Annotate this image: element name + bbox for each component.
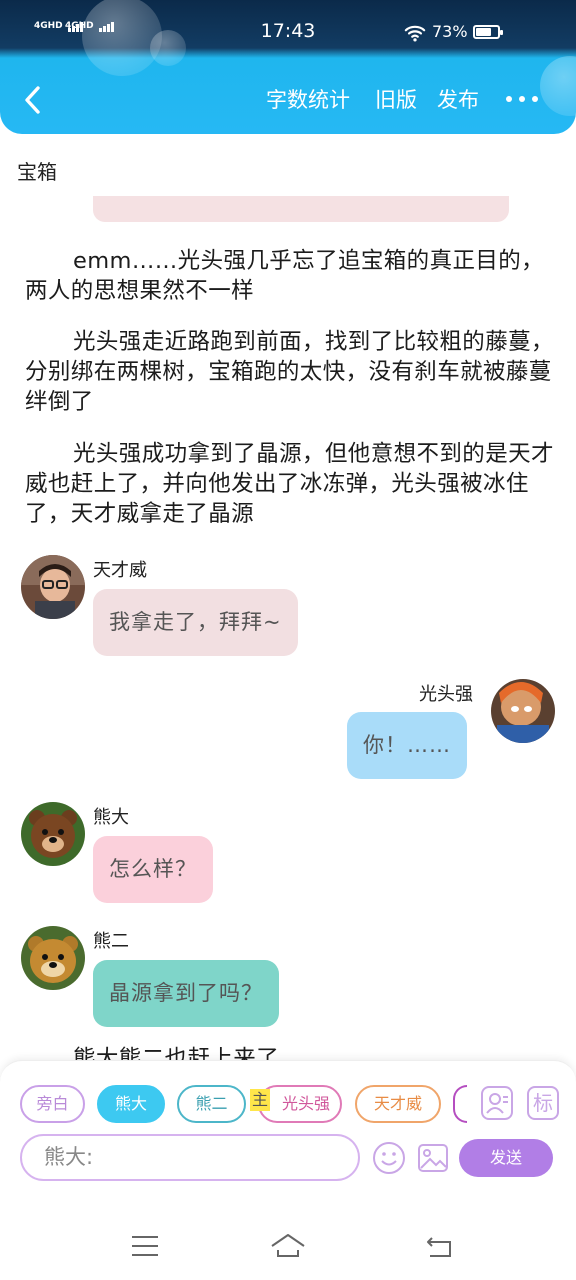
contact-card-icon[interactable] bbox=[481, 1086, 513, 1120]
speaker-name: 熊大 bbox=[93, 807, 129, 828]
role-chip-narrator[interactable]: 旁白 bbox=[20, 1085, 85, 1123]
publish-button[interactable]: 发布 bbox=[437, 87, 479, 113]
old-version-button[interactable]: 旧版 bbox=[375, 87, 417, 113]
role-chip-xiongda[interactable]: 熊大 bbox=[97, 1085, 165, 1123]
role-chip-overflow[interactable] bbox=[453, 1085, 467, 1123]
input-panel: 旁白 熊大 熊二 光头强 主 天才威 标 熊大: 发送 bbox=[0, 1060, 576, 1212]
narration-paragraph: 光头强成功拿到了晶源，但他意想不到的是天才威也赶上了，并向他发出了冰冻弹，光头强… bbox=[25, 441, 554, 527]
avatar-xionger[interactable] bbox=[21, 926, 85, 990]
narration-paragraph: emm……光头强几乎忘了追宝箱的真正目的，两人的思想果然不一样 bbox=[25, 248, 545, 304]
role-chip-guangtouqiang[interactable]: 光头强 bbox=[258, 1085, 342, 1123]
narration-paragraph: 光头强走近路跑到前面，找到了比较粗的藤蔓，分别绑在两棵树，宝箱跑的太快，没有刹车… bbox=[25, 329, 554, 415]
battery-fill bbox=[476, 28, 491, 36]
battery-percent: 73% bbox=[432, 22, 468, 41]
avatar-xiongda[interactable] bbox=[21, 802, 85, 866]
message-input[interactable]: 熊大: bbox=[20, 1134, 360, 1181]
wifi-icon bbox=[404, 25, 426, 42]
menu-icon[interactable] bbox=[131, 1234, 159, 1258]
chevron-left-icon[interactable] bbox=[18, 82, 48, 118]
avatar-guangtouqiang[interactable] bbox=[491, 679, 555, 743]
toolbar: 字数统计 旧版 发布 bbox=[0, 64, 576, 134]
partial-message-bubble bbox=[93, 196, 509, 222]
more-dots-icon[interactable] bbox=[504, 94, 540, 104]
work-title: 宝箱 bbox=[17, 160, 57, 184]
home-icon[interactable] bbox=[270, 1232, 306, 1260]
navigation-bar bbox=[0, 1212, 576, 1280]
role-chip-xionger[interactable]: 熊二 bbox=[177, 1085, 246, 1123]
speaker-name: 光头强 bbox=[419, 684, 473, 705]
speaker-name: 天才威 bbox=[93, 560, 147, 581]
mark-button[interactable]: 标 bbox=[527, 1086, 559, 1120]
emoji-icon[interactable] bbox=[372, 1141, 406, 1175]
message-bubble[interactable]: 你！…… bbox=[347, 712, 467, 779]
story-content[interactable]: emm……光头强几乎忘了追宝箱的真正目的，两人的思想果然不一样 光头强走近路跑到… bbox=[0, 196, 576, 1062]
word-count-button[interactable]: 字数统计 bbox=[266, 87, 350, 113]
status-bar: 4GHD 4GHD 17:43 73% bbox=[0, 0, 576, 64]
message-bubble[interactable]: 晶源拿到了吗？ bbox=[93, 960, 279, 1027]
message-bubble[interactable]: 怎么样？ bbox=[93, 836, 213, 903]
host-badge: 主 bbox=[250, 1089, 270, 1111]
message-bubble[interactable]: 我拿走了，拜拜~ bbox=[93, 589, 298, 656]
send-button[interactable]: 发送 bbox=[459, 1139, 553, 1177]
image-icon[interactable] bbox=[416, 1141, 450, 1175]
battery-icon bbox=[473, 25, 503, 39]
speaker-name: 熊二 bbox=[93, 931, 129, 952]
role-chip-tiancaiwei[interactable]: 天才威 bbox=[355, 1085, 441, 1123]
back-icon[interactable] bbox=[424, 1232, 454, 1260]
avatar-tiancaiwei[interactable] bbox=[21, 555, 85, 619]
